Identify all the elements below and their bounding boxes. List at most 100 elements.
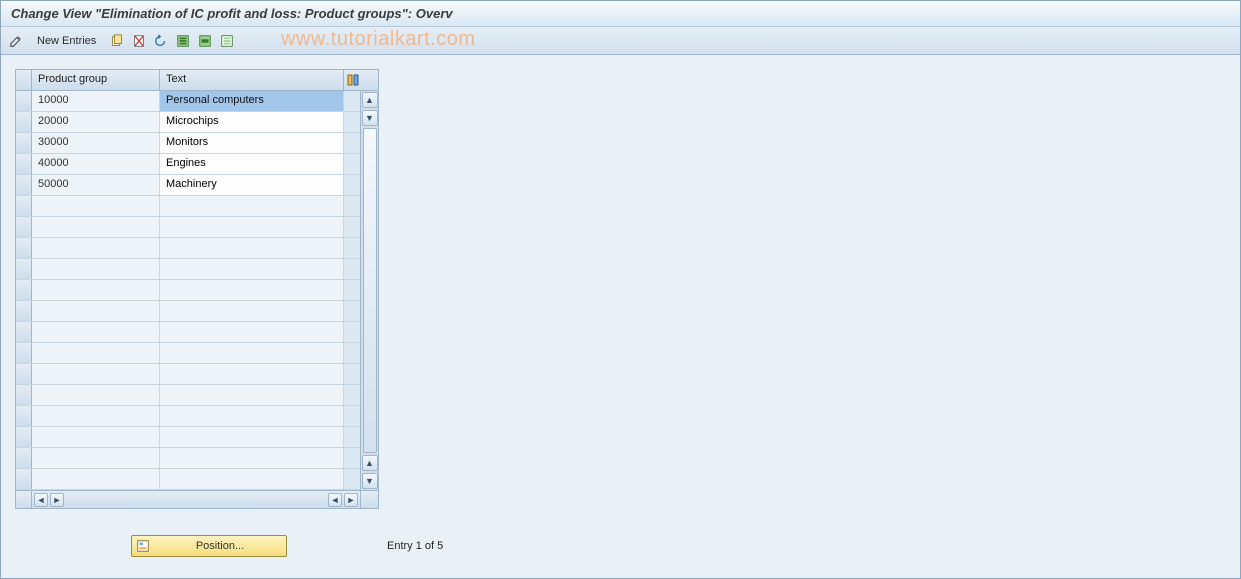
- scroll-up-step-icon[interactable]: ▲: [362, 455, 378, 471]
- row-selector[interactable]: [16, 196, 32, 216]
- cell-product-group[interactable]: 50000: [32, 175, 160, 195]
- cell-text[interactable]: [160, 217, 344, 237]
- table-row: 10000Personal computers: [16, 91, 360, 112]
- row-selector[interactable]: [16, 469, 32, 489]
- cell-product-group[interactable]: [32, 238, 160, 258]
- table-row: [16, 196, 360, 217]
- position-button-label: Position...: [158, 540, 282, 552]
- hscroll-right-step-icon[interactable]: ►: [50, 493, 64, 507]
- cell-text[interactable]: [160, 427, 344, 447]
- cell-text[interactable]: [160, 196, 344, 216]
- position-bar: Position... Entry 1 of 5: [131, 535, 443, 557]
- row-selector[interactable]: [16, 406, 32, 426]
- delete-icon[interactable]: [130, 32, 148, 50]
- cell-text[interactable]: [160, 385, 344, 405]
- scroll-thumb[interactable]: [363, 128, 377, 453]
- row-selector[interactable]: [16, 154, 32, 174]
- cell-product-group[interactable]: [32, 259, 160, 279]
- watermark-text: www.tutorialkart.com: [281, 28, 476, 51]
- table-row: [16, 259, 360, 280]
- cell-product-group[interactable]: 20000: [32, 112, 160, 132]
- cell-product-group[interactable]: [32, 448, 160, 468]
- scroll-up-icon[interactable]: ▲: [362, 92, 378, 108]
- cell-text[interactable]: [160, 259, 344, 279]
- scroll-down-icon[interactable]: ▼: [362, 473, 378, 489]
- table-row: [16, 469, 360, 490]
- cell-product-group[interactable]: 40000: [32, 154, 160, 174]
- hscroll-left-icon[interactable]: ◄: [34, 493, 48, 507]
- row-selector[interactable]: [16, 343, 32, 363]
- cell-product-group[interactable]: [32, 196, 160, 216]
- cell-product-group[interactable]: [32, 385, 160, 405]
- table-row: [16, 343, 360, 364]
- table-row: [16, 406, 360, 427]
- cell-text[interactable]: [160, 343, 344, 363]
- row-selector[interactable]: [16, 301, 32, 321]
- cell-text[interactable]: [160, 448, 344, 468]
- position-icon: [136, 539, 150, 553]
- app-window: Change View "Elimination of IC profit an…: [0, 0, 1241, 579]
- cell-product-group[interactable]: [32, 427, 160, 447]
- cell-product-group[interactable]: [32, 217, 160, 237]
- cell-text[interactable]: Monitors: [160, 133, 344, 153]
- select-block-icon[interactable]: [196, 32, 214, 50]
- grid-footer-corner-left: [16, 491, 32, 508]
- cell-text[interactable]: [160, 238, 344, 258]
- horizontal-scrollbar[interactable]: ◄ ► ◄ ►: [32, 493, 360, 507]
- row-selector[interactable]: [16, 133, 32, 153]
- hscroll-left-step-icon[interactable]: ◄: [328, 493, 342, 507]
- scroll-track[interactable]: [363, 128, 377, 453]
- cell-product-group[interactable]: [32, 301, 160, 321]
- row-selector[interactable]: [16, 280, 32, 300]
- cell-text[interactable]: Personal computers: [160, 91, 344, 111]
- table-row: [16, 217, 360, 238]
- row-selector[interactable]: [16, 112, 32, 132]
- cell-text[interactable]: Engines: [160, 154, 344, 174]
- row-selector[interactable]: [16, 385, 32, 405]
- row-selector[interactable]: [16, 217, 32, 237]
- table-row: 50000Machinery: [16, 175, 360, 196]
- cell-text[interactable]: [160, 364, 344, 384]
- row-selector[interactable]: [16, 238, 32, 258]
- toolbar: New Entries www.tutorialkart.com: [1, 27, 1240, 55]
- grid-body: 10000Personal computers20000Microchips30…: [16, 91, 378, 490]
- row-selector[interactable]: [16, 259, 32, 279]
- scroll-down-step-icon[interactable]: ▼: [362, 110, 378, 126]
- cell-text[interactable]: Microchips: [160, 112, 344, 132]
- row-selector[interactable]: [16, 448, 32, 468]
- cell-product-group[interactable]: [32, 364, 160, 384]
- cell-product-group[interactable]: [32, 406, 160, 426]
- hscroll-right-icon[interactable]: ►: [344, 493, 358, 507]
- copy-as-icon[interactable]: [108, 32, 126, 50]
- cell-text[interactable]: [160, 322, 344, 342]
- cell-text[interactable]: Machinery: [160, 175, 344, 195]
- toggle-display-change-icon[interactable]: [7, 32, 25, 50]
- cell-product-group[interactable]: [32, 280, 160, 300]
- vertical-scrollbar[interactable]: ▲ ▼ ▲ ▼: [360, 91, 378, 490]
- deselect-all-icon[interactable]: [218, 32, 236, 50]
- row-selector-header[interactable]: [16, 70, 32, 90]
- new-entries-button[interactable]: New Entries: [29, 33, 104, 49]
- row-selector[interactable]: [16, 322, 32, 342]
- cell-product-group[interactable]: [32, 322, 160, 342]
- column-header-product-group[interactable]: Product group: [32, 70, 160, 90]
- cell-text[interactable]: [160, 469, 344, 489]
- column-header-text[interactable]: Text: [160, 70, 344, 90]
- cell-product-group[interactable]: [32, 343, 160, 363]
- cell-product-group[interactable]: 10000: [32, 91, 160, 111]
- undo-change-icon[interactable]: [152, 32, 170, 50]
- cell-text[interactable]: [160, 301, 344, 321]
- table-row: [16, 322, 360, 343]
- cell-text[interactable]: [160, 280, 344, 300]
- cell-text[interactable]: [160, 406, 344, 426]
- position-button[interactable]: Position...: [131, 535, 287, 557]
- configure-columns-icon[interactable]: [344, 70, 362, 90]
- cell-product-group[interactable]: [32, 469, 160, 489]
- product-group-grid: Product group Text 10000Personal compute…: [15, 69, 379, 509]
- row-selector[interactable]: [16, 175, 32, 195]
- row-selector[interactable]: [16, 364, 32, 384]
- row-selector[interactable]: [16, 91, 32, 111]
- cell-product-group[interactable]: 30000: [32, 133, 160, 153]
- row-selector[interactable]: [16, 427, 32, 447]
- select-all-icon[interactable]: [174, 32, 192, 50]
